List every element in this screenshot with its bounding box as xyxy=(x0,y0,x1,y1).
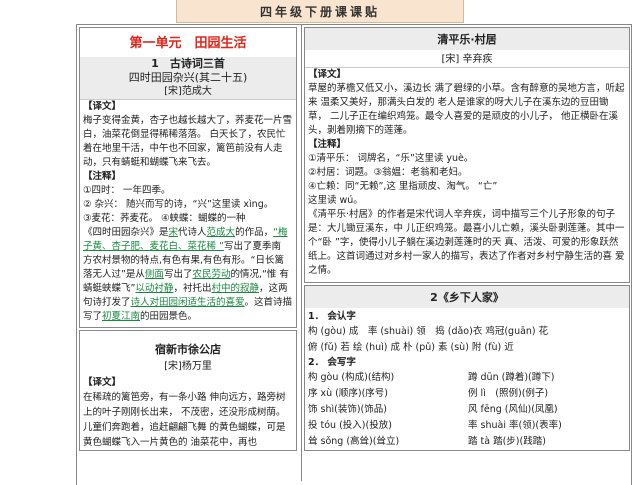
notes-3-heading: 【注释】 xyxy=(308,139,347,150)
recognize-line: 俯 (fǔ) 若 绘 (huì) 成 朴 (pǔ) 素 (sù) 附 (fù) … xyxy=(308,342,514,353)
note-item: ②村居：词题。③翁媪：老翁和老妇。 xyxy=(308,167,468,178)
right-column: 清平乐·村居 [宋] 辛弃疾 【译文】 草屋的茅檐又低又小，溪边长 满了碧绿的小… xyxy=(301,25,632,481)
note-item: ② 杂兴： 随兴而写的诗，“兴”这里读 xìng。 xyxy=(83,199,274,210)
translation-heading: 【译文】 xyxy=(83,101,122,112)
lesson-2-title: 2《乡下人家》 xyxy=(305,286,629,308)
left-column: 第一单元 田园生活 1 古诗词三首 四时田园杂兴(其二十五) [宋]范成大 【译… xyxy=(77,25,299,481)
analysis-text: 《四时田园杂兴》是 xyxy=(83,227,169,238)
translation-2-text: 在稀疏的篱笆旁，有一条小路 伸向远方，路旁树上的叶子刚刚长出来， 不茂密，还没形… xyxy=(83,392,286,448)
poem-3-box: 清平乐·村居 [宋] 辛弃疾 【译文】 草屋的茅檐又低又小，溪边长 满了碧绿的小… xyxy=(304,27,630,283)
analysis-paragraph: 《四时田园杂兴》是宋代诗人范成大的作品，“梅子黄、杏子肥、麦花白、菜花稀 ”写出… xyxy=(80,226,296,327)
write-cell: 风 fēng (风仙)(凤凰) xyxy=(468,404,558,415)
analysis-3-text: 《清平乐·村居》的作者是宋代词人辛弃疾，词中描写三个儿子形象的句子是：大儿锄豆溪… xyxy=(308,209,625,276)
write-row: 序 xù (顺序)(序号) 例 lì (照例)(例子) xyxy=(305,386,629,402)
analysis-answer: 范成大 xyxy=(206,227,236,238)
write-cell: 例 lì (照例)(例子) xyxy=(468,388,549,399)
write-cell: 率 shuài 率(领)(表率) xyxy=(468,420,562,431)
translation-text: 梅子变得金黄，杏子也越长越大了，荞麦花一片雪白，油菜花倒显得稀稀落落。 白天长了… xyxy=(83,115,293,168)
poem-2-title: 宿新市徐公店 xyxy=(155,343,221,356)
translation-2-heading: 【译文】 xyxy=(83,377,122,388)
poem-1-title: 四时田园杂兴(其二十五) xyxy=(128,71,248,84)
analysis-text: 的作品， xyxy=(235,227,274,238)
recognize-line: 构 (gòu) 成 率 (shuài) 领 捣 (dǎo)衣 鸡冠(guān) … xyxy=(308,326,549,337)
translation-3-heading: 【译文】 xyxy=(308,69,347,80)
lesson-1-title: 1 古诗词三首 xyxy=(151,57,225,70)
note-item: ①四时： 一年四季。 xyxy=(83,185,171,196)
note-item: 这里读 wú。 xyxy=(308,195,363,206)
lesson-1-box: 第一单元 田园生活 1 古诗词三首 四时田园杂兴(其二十五) [宋]范成大 【译… xyxy=(79,27,297,328)
analysis-text: 写出了 xyxy=(163,269,193,280)
recognize-heading: 1． 会认字 xyxy=(308,311,356,322)
write-row: 投 tóu (投入)(投放) 率 shuài 率(领)(表率) xyxy=(305,418,629,434)
analysis-text: ，衬托出 xyxy=(173,283,212,294)
write-cell: 投 tóu (投入)(投放) xyxy=(308,420,392,431)
write-heading: 2． 会写字 xyxy=(308,357,356,368)
analysis-answer: 诗人对田园闲适生活的喜爱 xyxy=(130,297,245,308)
analysis-text: 代诗人 xyxy=(178,227,207,238)
analysis-answer: 以动衬静 xyxy=(135,283,174,294)
analysis-answer: 初夏江南 xyxy=(102,311,141,322)
analysis-answer: 侧面 xyxy=(144,269,164,280)
poem-3-title: 清平乐·村居 xyxy=(305,28,629,50)
note-item: ④亡赖：同“无赖”,这 里指顽皮、淘气。 “亡” xyxy=(308,181,498,192)
lesson-1-band: 1 古诗词三首 四时田园杂兴(其二十五) [宋]范成大 xyxy=(80,57,296,100)
poem-3-author: [宋] 辛弃疾 xyxy=(305,50,629,68)
lesson-2-box: 2《乡下人家》 1． 会认字 构 (gòu) 成 率 (shuài) 领 捣 (… xyxy=(304,285,630,451)
write-cell: 序 xù (顺序)(序号) xyxy=(308,388,389,399)
write-cell: 踏 tà 踏(步)(践踏) xyxy=(468,436,546,447)
translation-3-text: 草屋的茅檐又低又小，溪边长 满了碧绿的小草。含有醉意的吴地方言，听起来 温柔又美… xyxy=(308,83,625,136)
analysis-answer: 宋 xyxy=(168,227,179,238)
unit-title: 第一单元 田园生活 xyxy=(129,36,247,51)
poem-2-author: [宋]杨万里 xyxy=(164,361,212,372)
write-cell: 饰 shì(装饰)(饰品) xyxy=(308,404,387,415)
page-header-banner: 四年级下册课课贴 xyxy=(176,0,464,23)
poem-2-box: 宿新市徐公店 [宋]杨万里 【译文】 在稀疏的篱笆旁，有一条小路 伸向远方，路旁… xyxy=(79,330,297,451)
content-frame: 第一单元 田园生活 1 古诗词三首 四时田园杂兴(其二十五) [宋]范成大 【译… xyxy=(76,24,632,485)
page-header-title: 四年级下册课课贴 xyxy=(259,4,380,19)
write-cell: 耸 sǒng (高耸)(耸立) xyxy=(308,436,400,447)
analysis-text: 的田园景色。 xyxy=(140,311,198,322)
write-cell: 蹲 dūn (蹲着)(蹲下) xyxy=(468,372,555,383)
analysis-answer: 农民劳动 xyxy=(192,269,231,280)
write-row: 构 gòu (构成)(结构) 蹲 dūn (蹲着)(蹲下) xyxy=(305,370,629,386)
write-cell: 构 gòu (构成)(结构) xyxy=(308,372,395,383)
note-item: ③麦花：荞麦花。 ④蛱蝶：蝴蝶的一种 xyxy=(83,213,246,224)
poem-1-author: [宋]范成大 xyxy=(164,86,212,97)
notes-heading: 【注释】 xyxy=(83,171,122,182)
write-row: 饰 shì(装饰)(饰品) 风 fēng (风仙)(凤凰) xyxy=(305,402,629,418)
note-item: ①清平乐： 词牌名，“乐”这里读 yuè。 xyxy=(308,153,474,164)
analysis-answer: 村中的寂静 xyxy=(211,283,259,294)
write-row: 耸 sǒng (高耸)(耸立) 踏 tà 踏(步)(践踏) xyxy=(305,434,629,450)
